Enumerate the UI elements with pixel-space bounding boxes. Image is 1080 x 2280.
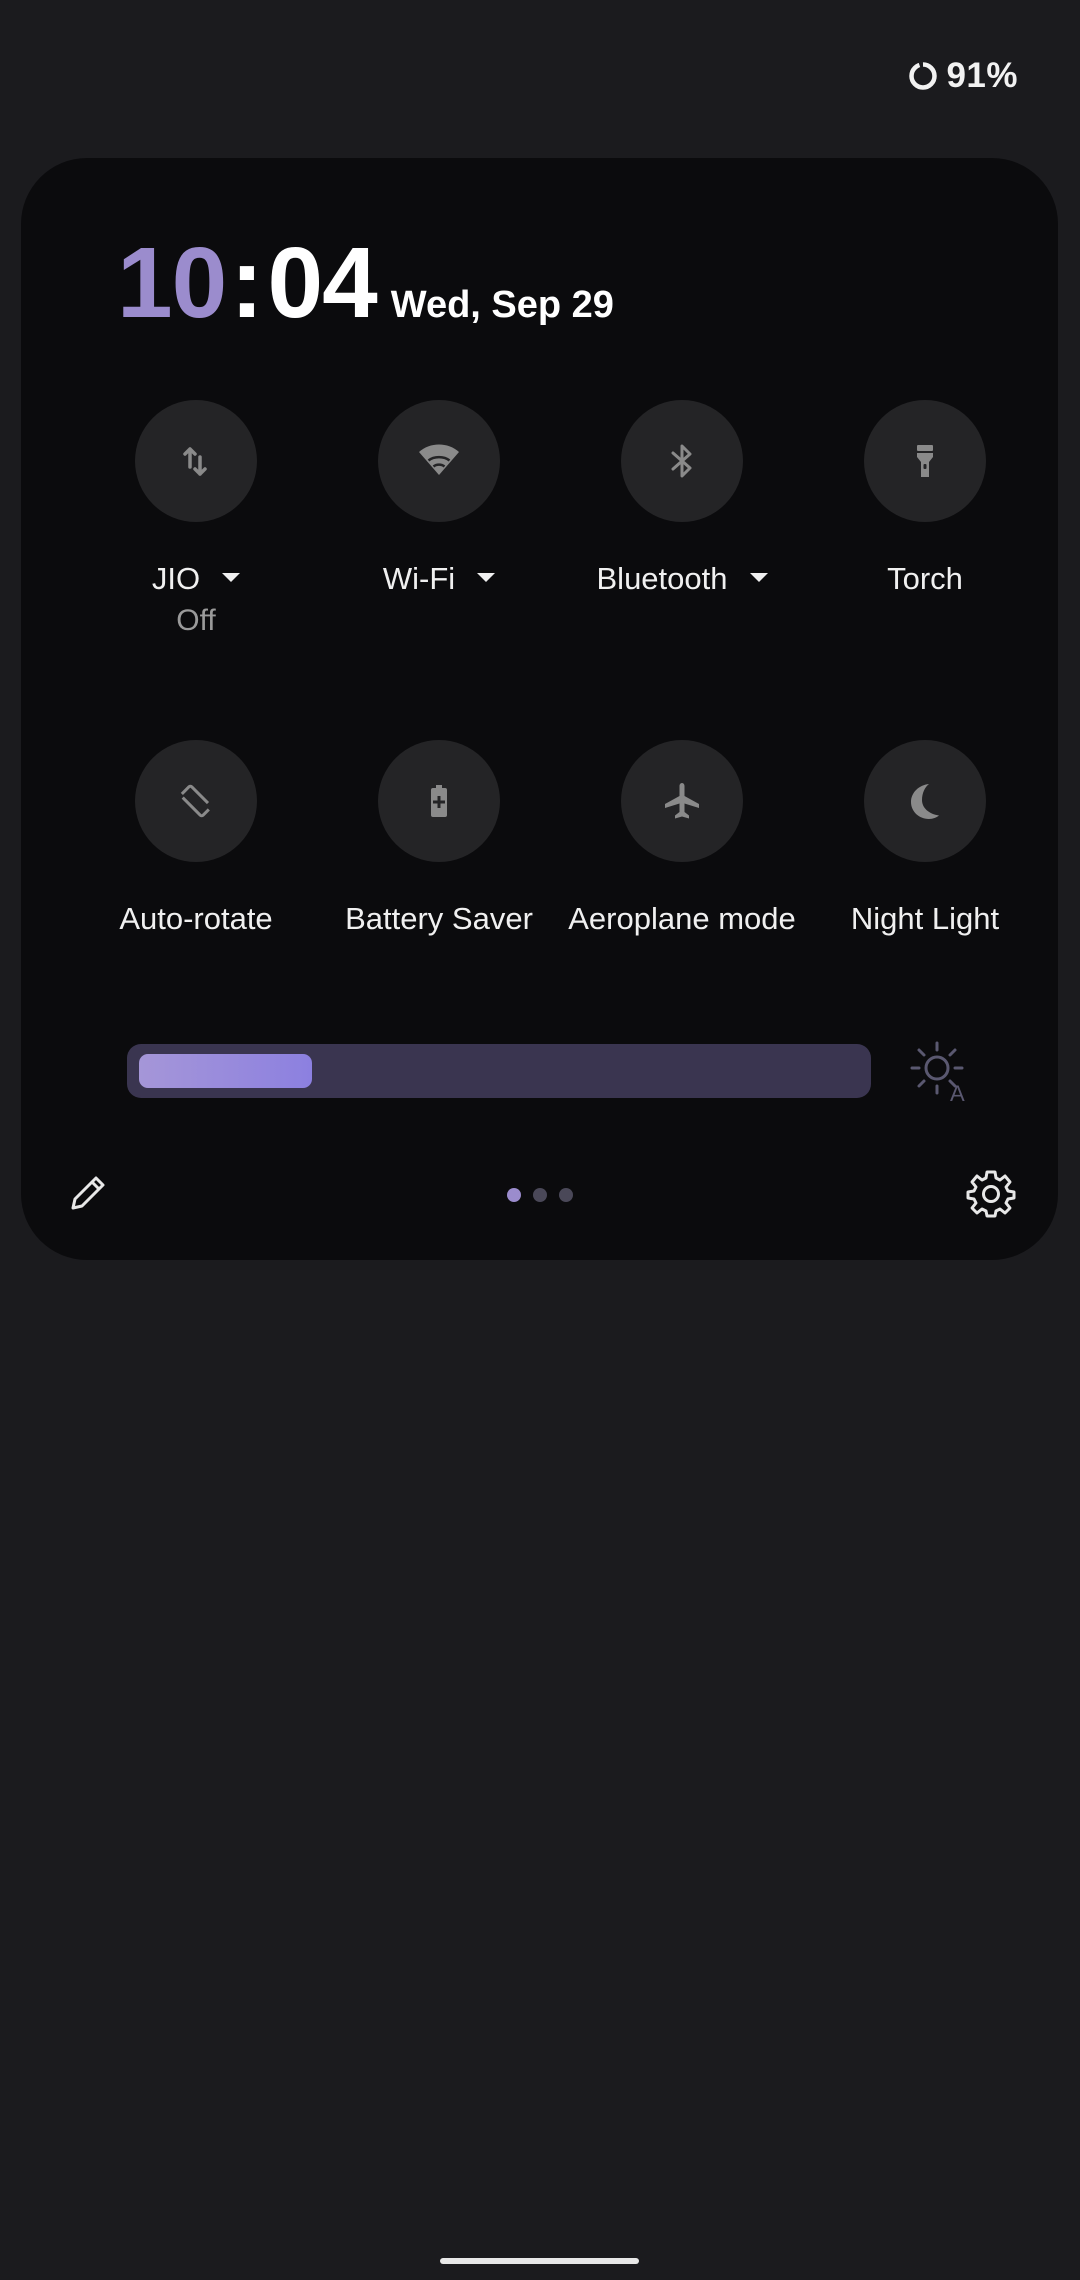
tile-mobile-data-label: JIO <box>76 560 316 598</box>
quick-settings-panel: 10 : 04 Wed, Sep 29 JIO Off Wi-Fi Blueto… <box>21 158 1058 1260</box>
tile-mobile-data-button[interactable] <box>135 400 257 522</box>
tile-wifi[interactable]: Wi-Fi <box>319 400 559 680</box>
tile-wifi-button[interactable] <box>378 400 500 522</box>
chevron-down-icon[interactable] <box>477 573 496 583</box>
tile-bluetooth-label-text: Bluetooth <box>596 561 728 596</box>
tile-battery-saver[interactable]: Battery Saver <box>319 740 559 1020</box>
aeroplane-icon <box>665 783 699 819</box>
tile-night-light-button[interactable] <box>864 740 986 862</box>
tile-battery-saver-label: Battery Saver <box>345 901 533 936</box>
page-dot <box>559 1188 573 1202</box>
clock-minute: 04 <box>267 227 378 339</box>
auto-rotate-icon <box>179 784 213 818</box>
tile-mobile-data-label-text: JIO <box>151 561 201 596</box>
battery-percent: 91% <box>946 56 1018 95</box>
tile-night-light-label: Night Light <box>850 901 1000 936</box>
svg-text:A: A <box>950 1081 965 1102</box>
tile-wifi-label: Wi-Fi <box>319 560 559 598</box>
clock-hour: 10 <box>117 227 227 339</box>
tile-bluetooth-button[interactable] <box>621 400 743 522</box>
battery-saver-icon <box>431 785 447 817</box>
tile-bluetooth[interactable]: Bluetooth <box>562 400 802 680</box>
tile-wifi-label-text: Wi-Fi <box>382 561 456 596</box>
tile-night-light[interactable]: Night Light <box>805 740 1045 1020</box>
mobile-data-icon <box>183 447 207 476</box>
clock-colon: : <box>230 227 264 339</box>
page-dot <box>507 1188 521 1202</box>
tile-battery-saver-button[interactable] <box>378 740 500 862</box>
tile-mobile-data-status: Off <box>176 604 216 637</box>
tile-auto-rotate-label: Auto-rotate <box>119 901 273 936</box>
wifi-icon <box>419 444 459 475</box>
page-dot <box>533 1188 547 1202</box>
brightness-slider[interactable] <box>127 1044 871 1098</box>
tile-aeroplane-mode[interactable]: Aeroplane mode <box>562 740 802 1020</box>
pencil-icon[interactable] <box>65 1170 111 1216</box>
tile-auto-rotate[interactable]: Auto-rotate <box>76 740 316 1020</box>
tile-aeroplane-mode-button[interactable] <box>621 740 743 862</box>
brightness-slider-fill[interactable] <box>139 1054 312 1088</box>
bluetooth-icon <box>671 444 692 478</box>
tile-torch[interactable]: Torch <box>805 400 1045 680</box>
chevron-down-icon[interactable] <box>749 573 768 583</box>
tile-mobile-data[interactable]: JIO Off <box>76 400 316 680</box>
tile-bluetooth-label: Bluetooth <box>562 560 802 598</box>
tile-auto-rotate-button[interactable] <box>135 740 257 862</box>
clock[interactable]: 10 : 04 Wed, Sep 29 <box>117 226 614 341</box>
chevron-down-icon[interactable] <box>222 573 241 583</box>
auto-brightness-icon[interactable]: A <box>909 1040 971 1102</box>
battery-indicator: 91% <box>908 56 1018 96</box>
page-indicator <box>507 1188 573 1202</box>
tile-torch-label: Torch <box>887 561 963 596</box>
gesture-nav-handle[interactable] <box>440 2258 639 2264</box>
battery-ring-icon <box>909 62 938 90</box>
moon-icon <box>911 784 939 819</box>
tile-torch-button[interactable] <box>864 400 986 522</box>
gear-icon[interactable] <box>965 1168 1017 1220</box>
clock-date: Wed, Sep 29 <box>390 284 614 326</box>
tile-aeroplane-mode-label: Aeroplane mode <box>568 901 796 936</box>
torch-icon <box>917 445 933 477</box>
